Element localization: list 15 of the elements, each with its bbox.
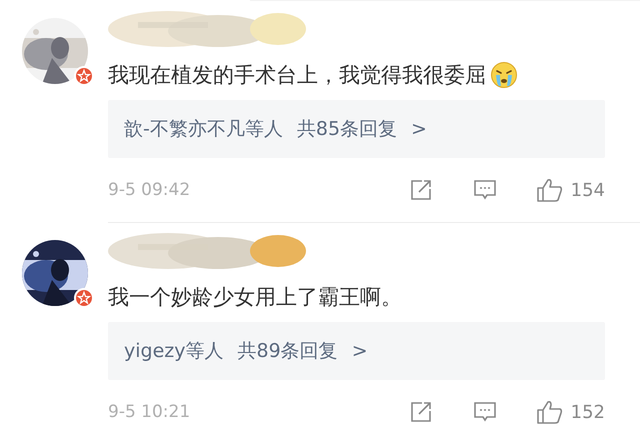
thumbs-up-icon	[536, 178, 563, 202]
share-icon[interactable]	[408, 178, 433, 202]
like-button[interactable]: 152	[536, 400, 605, 424]
thumbs-up-icon	[536, 400, 563, 424]
comment-icon[interactable]	[472, 400, 497, 424]
replies-link[interactable]: yigezy等人 共89条回复 >	[108, 322, 605, 380]
comment-text: 我现在植发的手术台上，我觉得我很委屈	[108, 62, 486, 89]
crying-face-icon	[490, 61, 518, 89]
comment-icon[interactable]	[472, 178, 497, 202]
comment-time: 9-5 10:21	[108, 402, 190, 422]
comment-time: 9-5 09:42	[108, 180, 190, 200]
share-icon[interactable]	[408, 400, 433, 424]
replies-link[interactable]: 歆-不繁亦不凡等人 共85条回复 >	[108, 100, 605, 158]
comment-text: 我一个妙龄少女用上了霸王啊。	[108, 284, 402, 311]
like-button[interactable]: 154	[536, 178, 605, 202]
